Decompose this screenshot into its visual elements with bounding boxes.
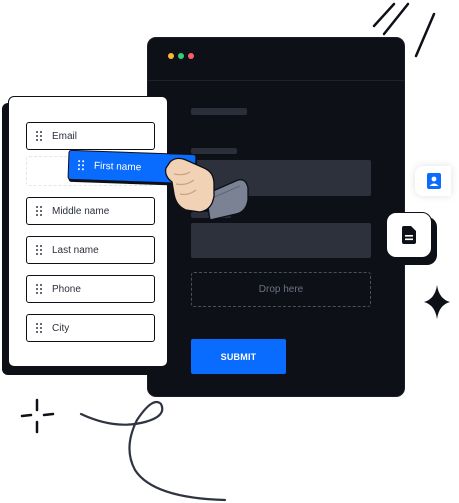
window-dot-red[interactable] [188, 53, 194, 59]
field-label: Email [52, 130, 78, 142]
palette-field-phone[interactable]: Phone [26, 275, 155, 303]
burst-icon [20, 398, 55, 434]
submit-button[interactable]: SUBMIT [191, 339, 286, 374]
curl-doodle [79, 400, 227, 502]
window-dot-yellow[interactable] [168, 53, 174, 59]
grabbing-hand-icon [164, 157, 249, 221]
field-palette-panel: Email Middle name Last name Phone City [8, 96, 168, 367]
form-title-placeholder [191, 108, 247, 115]
drag-handle-icon[interactable] [36, 245, 43, 255]
window-header-divider [148, 80, 404, 81]
window-dot-green[interactable] [178, 53, 184, 59]
field-label: City [52, 322, 70, 334]
palette-field-last-name[interactable]: Last name [26, 236, 155, 264]
drag-handle-icon[interactable] [36, 284, 43, 294]
field-label: Last name [52, 244, 99, 256]
sparkle-icon [424, 285, 450, 319]
field-label: First name [93, 160, 142, 173]
document-button[interactable] [386, 212, 432, 258]
palette-field-city[interactable]: City [26, 314, 155, 342]
drag-handle-icon[interactable] [36, 131, 43, 141]
window-controls [168, 53, 194, 59]
field-label: Phone [52, 283, 81, 295]
contact-card-icon [427, 173, 441, 189]
field-label: Middle name [52, 205, 110, 217]
contact-card-button[interactable] [415, 166, 451, 196]
drag-handle-icon[interactable] [77, 160, 85, 171]
drop-zone[interactable]: Drop here [191, 272, 371, 307]
palette-field-middle-name[interactable]: Middle name [26, 197, 155, 225]
drag-handle-icon[interactable] [36, 323, 43, 333]
form-field-placeholder-2[interactable] [191, 223, 371, 258]
palette-field-email[interactable]: Email [26, 122, 155, 150]
drag-handle-icon[interactable] [36, 206, 43, 216]
document-icon [402, 226, 416, 244]
